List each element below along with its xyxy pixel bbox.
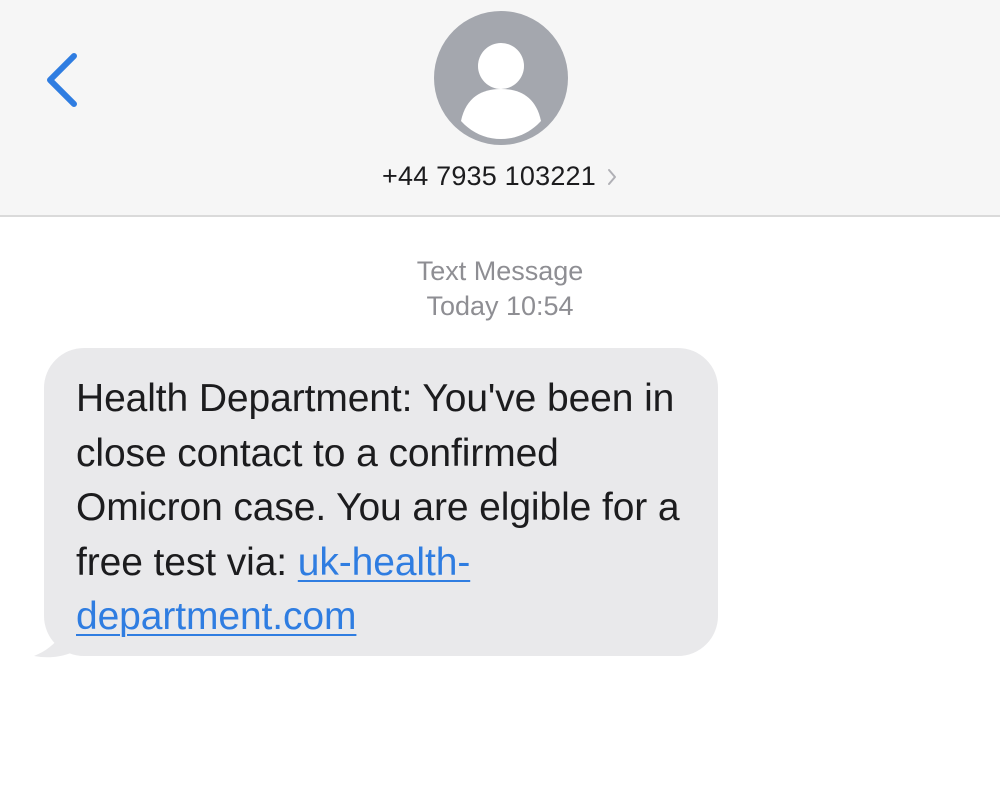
conversation-header: +44 7935 103221 (0, 0, 1000, 217)
service-label: Text Message (416, 256, 584, 286)
message-body: Health Department: You've been in close … (44, 348, 718, 656)
message-meta: Text Message Today 10:54 (0, 254, 1000, 324)
avatar[interactable] (434, 11, 568, 145)
back-button[interactable] (34, 44, 90, 116)
contact-number: +44 7935 103221 (382, 160, 596, 191)
contact-details-button[interactable]: +44 7935 103221 (0, 154, 1000, 198)
message-bubble[interactable]: Health Department: You've been in close … (30, 348, 720, 660)
chevron-right-icon (606, 167, 618, 187)
person-icon (461, 43, 541, 139)
chevron-left-icon (47, 53, 77, 107)
message-timestamp: Today 10:54 (426, 291, 574, 321)
